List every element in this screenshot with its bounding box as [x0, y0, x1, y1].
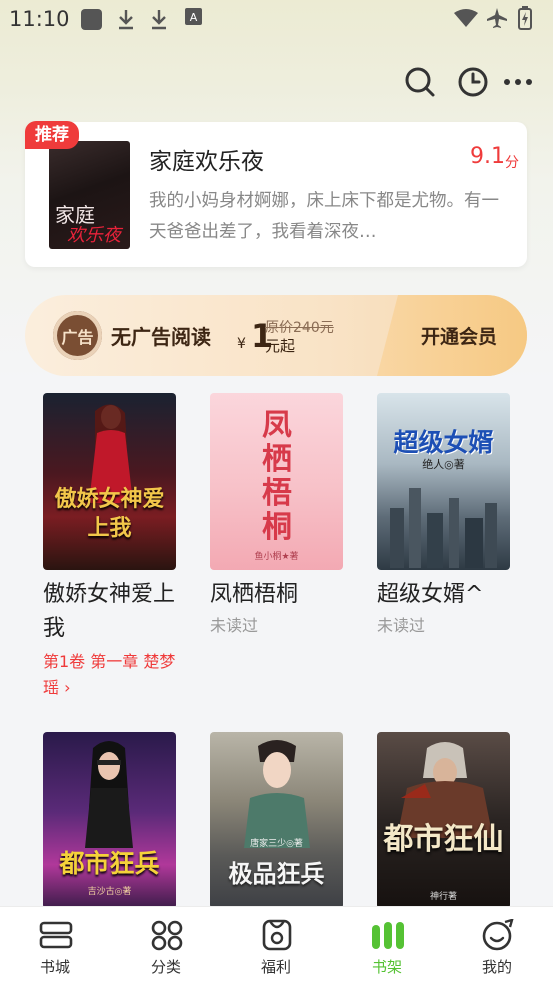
status-bar: 11:10 A [0, 0, 553, 40]
battery-icon [518, 6, 532, 30]
download-icon [119, 10, 133, 30]
book-cover[interactable]: 傲娇女神爱上我 [43, 393, 176, 570]
book-title[interactable]: 凤栖梧桐 [210, 578, 344, 612]
download-icon [152, 10, 166, 30]
bookshelf-item[interactable]: 唐家三少◎著 极品狂兵 [210, 732, 344, 909]
airplane-icon [487, 8, 507, 28]
book-cover[interactable]: 唐家三少◎著 极品狂兵 [210, 732, 343, 909]
history-icon[interactable] [457, 66, 489, 98]
book-title[interactable]: 超级女婿^ [377, 578, 511, 612]
tab-profile[interactable]: 我的 [442, 907, 552, 984]
no-ads-icon: 广告 [53, 311, 102, 360]
no-ads-icon-text: 广告 [61, 328, 94, 347]
tab-welfare[interactable]: 福利 [221, 907, 331, 984]
cover-author: 绝人◎著 [422, 458, 465, 471]
vip-label: 无广告阅读 [111, 325, 211, 349]
book-cover[interactable]: 超级女婿 绝人◎著 [377, 393, 510, 570]
tab-label: 福利 [260, 958, 291, 976]
cover-title: 凤栖梧桐 [262, 408, 292, 545]
bookshelf-item[interactable]: 傲娇女神爱上我 傲娇女神爱上我 第1卷 第一章 楚梦瑶 › [43, 393, 177, 703]
category-icon [151, 920, 183, 951]
book-cover[interactable]: 都市狂仙 神行著 [377, 732, 510, 909]
book-cover[interactable]: 凤栖梧桐 鱼小桐★著 [210, 393, 343, 570]
read-status: 未读过 [210, 616, 259, 635]
bookshelf-item[interactable]: 都市狂仙 神行著 [377, 732, 511, 909]
cover-title: 都市狂仙 [383, 822, 504, 857]
read-status: 未读过 [377, 616, 426, 635]
status-time: 11:10 [9, 7, 70, 31]
recommend-description: 我的小妈身材婀娜，床上床下都是尤物。有一天爸爸出差了，我看着深夜… [149, 191, 499, 242]
bottom-tab-bar: 书城 分类 福利 书架 我的 [0, 906, 553, 984]
tab-bookstore[interactable]: 书城 [0, 907, 110, 984]
open-vip-button[interactable]: 开通会员 [421, 322, 497, 349]
tab-category[interactable]: 分类 [111, 907, 221, 984]
book-title[interactable]: 傲娇女神爱上我 [43, 578, 177, 646]
tab-label: 书架 [371, 958, 402, 976]
translate-icon: A [185, 8, 202, 25]
cover-title: 欢乐夜 [67, 225, 121, 246]
vip-currency: ¥ [237, 336, 246, 352]
tab-bookshelf[interactable]: 书架 [332, 907, 442, 984]
header-actions [393, 62, 533, 102]
cover-author: 吉沙古◎著 [87, 887, 132, 897]
welfare-icon [262, 919, 292, 951]
vip-original-price: 原价240元 [265, 320, 334, 336]
cover-title: 都市狂兵 [59, 849, 160, 878]
cover-figure [85, 741, 133, 848]
cover-title: 超级女婿 [393, 428, 494, 457]
cover-cityscape [390, 488, 497, 568]
vip-banner[interactable]: 广告 无广告阅读 ¥ 1 原价240元 元起 开通会员 [25, 295, 527, 376]
app-notification-icon [81, 9, 102, 30]
vip-price-suffix: 元起 [265, 337, 296, 355]
wifi-icon [454, 9, 478, 27]
cover-author: 神行著 [429, 892, 457, 902]
tab-label: 我的 [481, 958, 512, 976]
tab-label: 分类 [150, 958, 181, 976]
book-cover[interactable]: 都市狂兵 吉沙古◎著 [43, 732, 176, 909]
cover-title: 极品狂兵 [228, 859, 325, 888]
bookshelf-item[interactable]: 凤栖梧桐 鱼小桐★著 凤栖梧桐 未读过 [210, 393, 344, 638]
tab-label: 书城 [39, 958, 70, 976]
svg-text:A: A [190, 11, 198, 24]
cover-author: 鱼小桐★著 [254, 552, 299, 562]
recommend-badge: 推荐 [25, 121, 79, 149]
profile-icon [482, 919, 514, 951]
bookshelf-item[interactable]: 都市狂兵 吉沙古◎著 [43, 732, 177, 909]
recommend-score: 9.1 [470, 144, 505, 169]
bookshelf-item[interactable]: 超级女婿 绝人◎著 超级女婿^ 未读过 [377, 393, 511, 638]
recommend-score-unit: 分 [505, 155, 519, 171]
cover-author: 唐家三少◎著 [250, 839, 303, 849]
recommend-book-cover[interactable]: 家庭 欢乐夜 [49, 141, 130, 249]
bookstore-icon [39, 921, 73, 949]
cover-figure [244, 740, 310, 848]
search-icon[interactable] [404, 66, 436, 98]
recommend-title[interactable]: 家庭欢乐夜 [149, 142, 264, 176]
bookshelf-icon [372, 922, 404, 949]
cover-title: 傲娇女神爱上我 [54, 486, 165, 541]
reading-progress[interactable]: 第1卷 第一章 楚梦瑶 › [43, 649, 183, 701]
more-icon[interactable] [503, 78, 533, 86]
